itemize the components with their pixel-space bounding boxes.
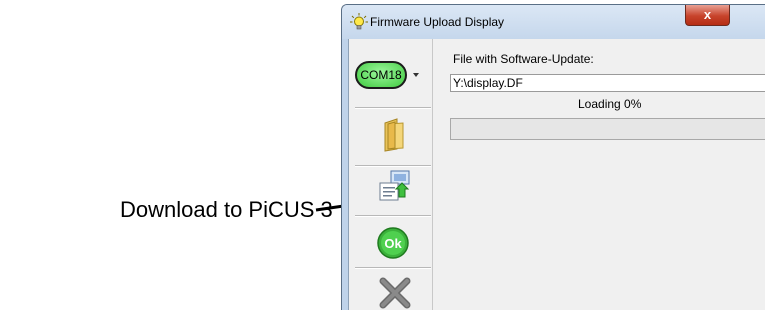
separator	[355, 165, 431, 167]
com-port-dropdown-icon[interactable]	[413, 73, 419, 77]
title-bar[interactable]: Firmware Upload Display x	[342, 5, 765, 39]
folder-icon[interactable]	[377, 117, 413, 153]
separator	[355, 267, 431, 269]
separator	[355, 107, 431, 109]
tool-sidebar: COM18 Ok	[349, 39, 433, 310]
cancel-x-icon[interactable]	[377, 275, 413, 310]
window-client-area: COM18 Ok File with Software-Update: Y:\d…	[348, 39, 765, 310]
file-label: File with Software-Update:	[453, 52, 594, 66]
window-title: Firmware Upload Display	[370, 15, 505, 29]
annotation-label: Download to PiCUS 3	[120, 197, 333, 222]
file-path-input[interactable]	[450, 74, 765, 92]
com-port-button[interactable]: COM18	[355, 61, 407, 89]
upload-progress-bar	[450, 118, 765, 140]
firmware-upload-window: Firmware Upload Display x COM18 Ok File …	[341, 4, 765, 310]
close-button[interactable]: x	[685, 5, 730, 26]
svg-text:Ok: Ok	[384, 236, 402, 251]
ok-icon[interactable]: Ok	[377, 225, 413, 261]
download-to-device-icon[interactable]	[377, 169, 413, 205]
lightbulb-icon	[350, 13, 368, 30]
loading-status: Loading 0%	[578, 97, 642, 111]
separator	[355, 215, 431, 217]
